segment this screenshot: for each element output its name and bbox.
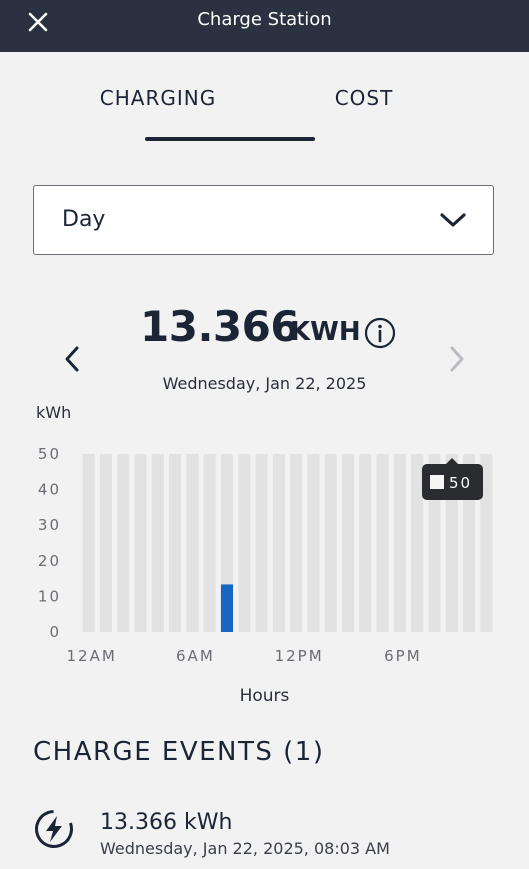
period-select[interactable]: Day [33, 185, 494, 255]
bar-track [255, 454, 268, 632]
x-tick-label: 12PM [275, 647, 324, 665]
charge-event-item[interactable]: 13.366 kWh Wednesday, Jan 22, 2025, 08:0… [33, 806, 503, 866]
bar-track [151, 454, 164, 632]
bar-track [82, 454, 95, 632]
charge-event-energy: 13.366 kWh [100, 810, 233, 835]
x-tick-label: 6PM [384, 647, 422, 665]
energy-chart-svg: 50 40 30 20 10 0 12AM 6AM 12PM 6PM 50 [38, 445, 493, 665]
total-energy-value: 13.366 [140, 302, 300, 351]
total-energy-unit: KWH [290, 317, 361, 347]
bar-track [376, 454, 389, 632]
tab-bar: CHARGING COST [0, 86, 529, 146]
bar-track [99, 454, 112, 632]
tab-charging-label: CHARGING [99, 86, 217, 110]
bar-track [238, 454, 251, 632]
previous-day-button[interactable] [60, 343, 84, 375]
tooltip-swatch [430, 475, 444, 489]
bar-track [290, 454, 303, 632]
bar-track [134, 454, 147, 632]
bar-track [117, 454, 130, 632]
charge-events-heading: CHARGE EVENTS (1) [33, 737, 325, 767]
page-title: Charge Station [197, 9, 332, 30]
bar-track [393, 454, 406, 632]
bar-track [307, 454, 320, 632]
charge-event-time: Wednesday, Jan 22, 2025, 08:03 AM [100, 839, 390, 858]
x-tick-label: 6AM [176, 647, 215, 665]
top-bar: Charge Station [0, 0, 529, 52]
bar-track [324, 454, 337, 632]
period-select-value: Day [62, 207, 106, 232]
active-tab-indicator [145, 137, 315, 141]
bar-track [203, 454, 216, 632]
bar-track [186, 454, 199, 632]
selected-date: Wednesday, Jan 22, 2025 [162, 374, 367, 393]
x-tick-label: 12AM [66, 647, 116, 665]
tab-cost[interactable]: COST [300, 86, 428, 142]
y-tick-label: 20 [38, 552, 61, 570]
next-day-button[interactable] [445, 343, 469, 375]
bar [220, 584, 234, 632]
x-axis-label: Hours [239, 686, 290, 706]
info-icon[interactable] [364, 317, 396, 349]
y-tick-label: 0 [49, 623, 61, 641]
y-tick-label: 50 [38, 445, 61, 463]
tab-charging[interactable]: CHARGING [72, 86, 315, 142]
y-tick-label: 40 [38, 481, 61, 499]
bar-track [341, 454, 355, 632]
bar-track [272, 454, 285, 632]
tooltip-value: 50 [449, 474, 472, 492]
y-tick-label: 30 [38, 516, 61, 534]
tab-cost-label: COST [334, 86, 394, 110]
bar-track [359, 454, 372, 632]
chevron-down-icon [440, 213, 466, 227]
bar-track [169, 454, 182, 632]
bar-track [411, 454, 424, 632]
y-tick-label: 10 [38, 587, 61, 605]
charging-bolt-icon [35, 810, 73, 848]
y-axis-unit: kWh [36, 403, 72, 422]
energy-chart: 50 40 30 20 10 0 12AM 6AM 12PM 6PM 50 [0, 430, 529, 690]
